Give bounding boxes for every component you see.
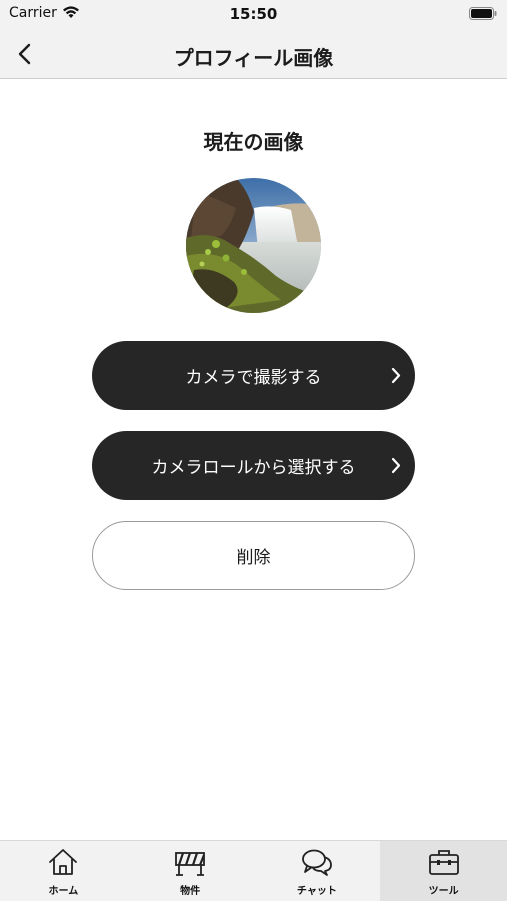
tab-bar: ホーム 物件 チャット ツール: [0, 840, 507, 901]
take-photo-button[interactable]: カメラで撮影する: [92, 341, 415, 410]
choose-from-camera-roll-label: カメラロールから選択する: [151, 458, 356, 478]
property-icon: [175, 852, 206, 876]
delete-label: 削除: [236, 548, 271, 568]
chat-icon: [301, 849, 332, 876]
tab-property[interactable]: 物件: [127, 841, 254, 901]
navigation-bar: プロフィール画像: [0, 28, 507, 79]
battery-icon: [469, 7, 497, 20]
tab-home-label: ホーム: [48, 886, 79, 897]
choose-from-camera-roll-button[interactable]: カメラロールから選択する: [92, 431, 415, 500]
tab-home[interactable]: ホーム: [0, 841, 127, 901]
profile-avatar: [186, 178, 321, 313]
home-icon: [49, 849, 78, 875]
waterfall-photo: [186, 178, 321, 313]
tab-tools-label: ツール: [428, 886, 459, 897]
status-time: 15:50: [229, 5, 278, 23]
tab-property-label: 物件: [180, 886, 201, 897]
tab-tools[interactable]: ツール: [380, 841, 507, 901]
page-title: プロフィール画像: [173, 46, 334, 70]
tab-chat[interactable]: チャット: [254, 841, 381, 901]
take-photo-label: カメラで撮影する: [185, 368, 322, 388]
status-bar: Carrier 15:50: [0, 0, 507, 28]
toolbox-icon: [428, 850, 459, 875]
delete-button[interactable]: 削除: [92, 521, 415, 590]
chevron-right-icon: [391, 457, 401, 474]
tab-chat-label: チャット: [296, 886, 337, 897]
current-image-heading: 現在の画像: [203, 130, 304, 154]
chevron-right-icon: [391, 367, 401, 384]
